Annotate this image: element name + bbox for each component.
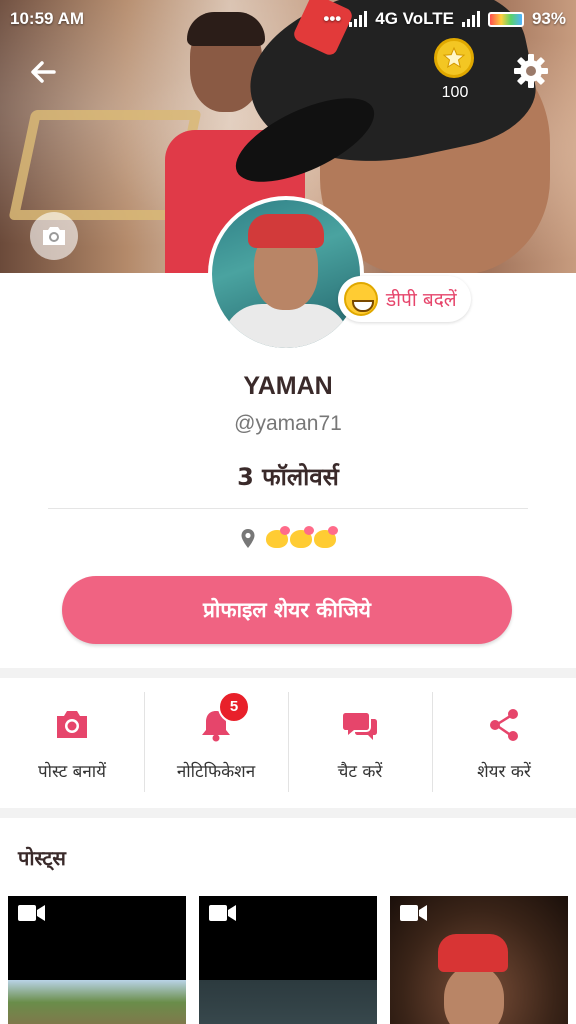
posts-grid [8,896,568,1024]
profile-name: YAMAN [243,372,333,400]
create-post-action[interactable]: पोस्ट बनायें [0,678,144,808]
kiss-emoji-icons [266,526,338,548]
change-dp-label: डीपी बदलें [386,289,457,311]
signal-icon [349,11,368,27]
location-pin-icon [241,529,255,548]
chat-action[interactable]: चैट करें [288,678,432,808]
coin-count: 100 [441,84,469,101]
back-button[interactable] [24,52,64,92]
network-label: 4G VoLTE [375,9,454,28]
share-action[interactable]: शेयर करें [432,678,576,808]
bio-row [0,526,576,550]
settings-button[interactable] [510,50,552,92]
camera-icon [57,710,87,738]
star-coin-icon [442,46,466,69]
section-separator [0,808,576,818]
post-thumbnail[interactable] [390,896,568,1024]
video-icon [209,905,236,921]
profile-page: 10:59 AM ••• 4G VoLTE 93% 100 डीपी बदलें… [0,0,576,1024]
video-icon [18,905,45,921]
share-profile-button[interactable]: प्रोफाइल शेयर कीजिये [62,576,512,644]
gear-icon [514,54,548,88]
divider [48,508,528,509]
grinning-emoji-icon [344,282,378,316]
more-dots-icon: ••• [323,9,342,28]
profile-avatar[interactable] [208,196,364,352]
share-label: शेयर करें [477,761,531,782]
chat-icon [343,712,377,740]
status-bar: 10:59 AM ••• 4G VoLTE 93% [0,0,576,38]
notification-badge: 5 [218,690,250,723]
notifications-label: नोटिफिकेशन [176,761,256,782]
share-icon [490,708,518,741]
change-dp-button[interactable]: डीपी बदलें [338,276,471,322]
followers-count[interactable]: 3 फॉलोवर्स [0,460,576,493]
profile-username: @yaman71 [234,412,342,435]
action-bar: पोस्ट बनायें 5 नोटिफिकेशन चैट करें शेयर … [0,678,576,808]
coin-button[interactable] [434,38,474,78]
cover-camera-button[interactable] [30,212,78,260]
section-separator [0,668,576,678]
video-icon [400,905,427,921]
chat-label: चैट करें [337,761,383,782]
create-post-label: पोस्ट बनायें [37,761,107,782]
posts-title: पोस्ट्स [18,846,66,870]
battery-percent: 93% [531,9,566,28]
post-thumbnail[interactable] [8,896,186,1024]
camera-icon [43,227,65,245]
notifications-action[interactable]: 5 नोटिफिकेशन [144,678,288,808]
back-arrow-icon [31,61,56,83]
signal-icon-2 [461,11,480,27]
status-time: 10:59 AM [10,9,85,28]
post-thumbnail[interactable] [199,896,377,1024]
battery-icon [487,11,524,27]
